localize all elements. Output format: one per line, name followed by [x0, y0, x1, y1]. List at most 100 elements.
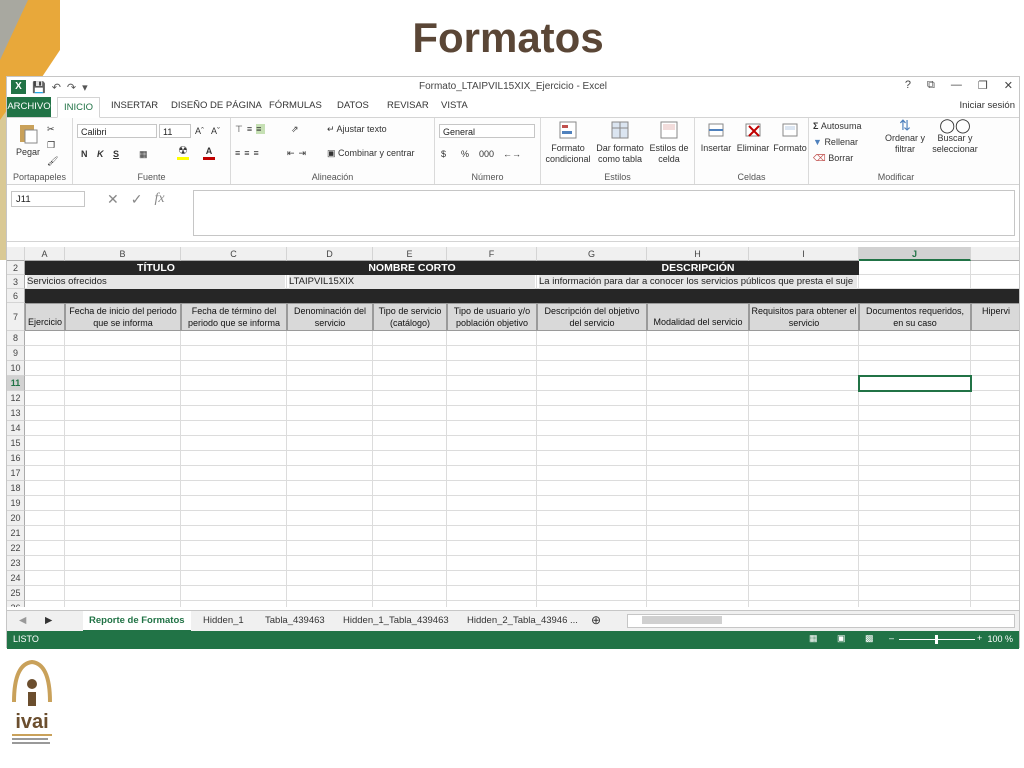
row-header-7[interactable]: 7 — [7, 303, 25, 331]
row-header-21[interactable]: 21 — [7, 526, 25, 541]
grow-font-icon[interactable]: Aˆ — [195, 126, 204, 137]
close-icon[interactable]: ✕ — [1004, 79, 1013, 92]
sheet-tab-hidden-1[interactable]: Hidden_1 — [197, 611, 250, 630]
conditional-format-button[interactable]: Formato condicional — [543, 120, 593, 165]
row-header-12[interactable]: 12 — [7, 391, 25, 406]
font-name-select[interactable]: Calibri — [77, 124, 157, 138]
cell-titulo-value[interactable]: Servicios ofrecidos — [27, 275, 285, 289]
currency-button[interactable]: $ — [441, 149, 446, 160]
prev-sheet-icon[interactable]: ◀ — [13, 611, 32, 630]
copy-icon[interactable]: ❐ — [47, 140, 55, 151]
find-select-button[interactable]: ◯◯ Buscar y seleccionar — [929, 118, 981, 155]
font-color-button[interactable]: A — [203, 146, 215, 160]
zoom-slider-thumb[interactable] — [935, 635, 938, 644]
row-header-16[interactable]: 16 — [7, 451, 25, 466]
cell-descripcion-value[interactable]: La información para dar a conocer los se… — [539, 275, 857, 289]
paste-button[interactable]: Pegar — [13, 122, 43, 158]
sheet-tab-hidden-1-tabla[interactable]: Hidden_1_Tabla_439463 — [337, 611, 455, 630]
row-header-25[interactable]: 25 — [7, 586, 25, 601]
horizontal-align-icons[interactable]: ≡≡≡ — [235, 148, 263, 159]
column-header-e[interactable]: E — [373, 247, 447, 261]
shrink-font-icon[interactable]: Aˇ — [211, 126, 220, 137]
delete-cells-button[interactable]: Eliminar — [735, 120, 771, 154]
column-header-cell[interactable]: Modalidad del servicio — [647, 303, 749, 331]
column-header-cell[interactable]: Tipo de servicio (catálogo) — [373, 303, 447, 331]
merge-center-button[interactable]: ▣ Combinar y centrar — [327, 148, 415, 159]
column-header-j[interactable]: J — [859, 247, 971, 261]
column-header-cell[interactable]: Denominación del servicio — [287, 303, 373, 331]
tab-formulas[interactable]: FÓRMULAS — [269, 100, 322, 111]
column-header-cell[interactable]: Fecha de inicio del periodo que se infor… — [65, 303, 181, 331]
number-format-select[interactable]: General — [439, 124, 535, 138]
tab-inicio[interactable]: INICIO — [57, 97, 101, 118]
sheet-tab-hidden-2-tabla[interactable]: Hidden_2_Tabla_43946 ... — [461, 611, 584, 630]
cancel-icon[interactable]: ✕ — [107, 191, 119, 208]
column-header-c[interactable]: C — [181, 247, 287, 261]
borders-icon[interactable]: ▦ — [139, 149, 148, 160]
page-break-icon[interactable]: ▩ — [865, 633, 874, 644]
fill-color-button[interactable]: ☢ — [177, 146, 189, 160]
formula-input[interactable] — [193, 190, 1015, 236]
row-header-24[interactable]: 24 — [7, 571, 25, 586]
vertical-align-icons[interactable]: ⊤≡≡ — [235, 124, 266, 135]
sheet-tab-reporte[interactable]: Reporte de Formatos — [83, 611, 191, 632]
column-header-cell[interactable]: Documentos requeridos, en su caso — [859, 303, 971, 331]
cell-nombre-corto-value[interactable]: LTAIPVIL15XIX — [289, 275, 535, 289]
column-header-h[interactable]: H — [647, 247, 749, 261]
column-header-b[interactable]: B — [65, 247, 181, 261]
format-cells-button[interactable]: Formato — [773, 120, 807, 154]
column-header-cell[interactable]: Ejercicio — [25, 303, 65, 331]
row-header-3[interactable]: 3 — [7, 275, 25, 289]
wrap-text-button[interactable]: ↵ Ajustar texto — [327, 124, 387, 135]
zoom-out-icon[interactable]: – — [889, 633, 894, 643]
row-header-18[interactable]: 18 — [7, 481, 25, 496]
format-as-table-button[interactable]: Dar formato como tabla — [595, 120, 645, 165]
row-header-26[interactable]: 26 — [7, 601, 25, 607]
restore-icon[interactable]: ❐ — [978, 79, 988, 92]
row-header-17[interactable]: 17 — [7, 466, 25, 481]
scrollbar-thumb[interactable] — [642, 616, 722, 624]
thousands-button[interactable]: 000 — [479, 149, 494, 160]
normal-view-icon[interactable]: ▦ — [809, 633, 818, 644]
column-header-k[interactable] — [971, 247, 1019, 261]
column-header-cell[interactable]: Fecha de término del periodo que se info… — [181, 303, 287, 331]
row-header-14[interactable]: 14 — [7, 421, 25, 436]
row-header-8[interactable]: 8 — [7, 331, 25, 346]
row-header-6[interactable]: 6 — [7, 289, 25, 303]
row-header-22[interactable]: 22 — [7, 541, 25, 556]
row-header-20[interactable]: 20 — [7, 511, 25, 526]
insert-cells-button[interactable]: Insertar — [699, 120, 733, 154]
column-header-g[interactable]: G — [537, 247, 647, 261]
tab-insertar[interactable]: INSERTAR — [111, 100, 158, 111]
autosum-button[interactable]: Σ Autosuma — [813, 121, 861, 132]
column-header-cell[interactable]: Descripción del objetivo del servicio — [537, 303, 647, 331]
row-header-2[interactable]: 2 — [7, 261, 25, 275]
column-header-i[interactable]: I — [749, 247, 859, 261]
row-header-10[interactable]: 10 — [7, 361, 25, 376]
row-header-11[interactable]: 11 — [7, 376, 25, 391]
ribbon-display-icon[interactable]: ⧉ — [927, 79, 935, 92]
font-size-select[interactable]: 11 — [159, 124, 191, 138]
select-all-corner[interactable] — [7, 247, 25, 261]
italic-button[interactable]: K — [97, 149, 104, 160]
enter-icon[interactable]: ✓ — [131, 191, 143, 208]
column-header-a[interactable]: A — [25, 247, 65, 261]
row-header-15[interactable]: 15 — [7, 436, 25, 451]
decimal-buttons[interactable]: ←→ — [503, 149, 521, 160]
column-header-cell[interactable]: Tipo de usuario y/o población objetivo — [447, 303, 537, 331]
tab-datos[interactable]: DATOS — [337, 100, 369, 111]
row-header-13[interactable]: 13 — [7, 406, 25, 421]
clear-button[interactable]: ⌫ Borrar — [813, 153, 853, 164]
indent-icons[interactable]: ⇤⇥ — [287, 148, 310, 159]
row-header-19[interactable]: 19 — [7, 496, 25, 511]
row-header-9[interactable]: 9 — [7, 346, 25, 361]
signin-link[interactable]: Iniciar sesión — [960, 100, 1015, 111]
column-header-d[interactable]: D — [287, 247, 373, 261]
bold-button[interactable]: N — [81, 149, 88, 160]
horizontal-scrollbar[interactable] — [627, 614, 1015, 628]
zoom-in-icon[interactable]: + — [977, 633, 982, 643]
cut-icon[interactable]: ✂ — [47, 124, 55, 135]
help-icon[interactable]: ? — [905, 79, 911, 92]
tab-vista[interactable]: VISTA — [441, 100, 468, 111]
underline-button[interactable]: S — [113, 149, 119, 160]
